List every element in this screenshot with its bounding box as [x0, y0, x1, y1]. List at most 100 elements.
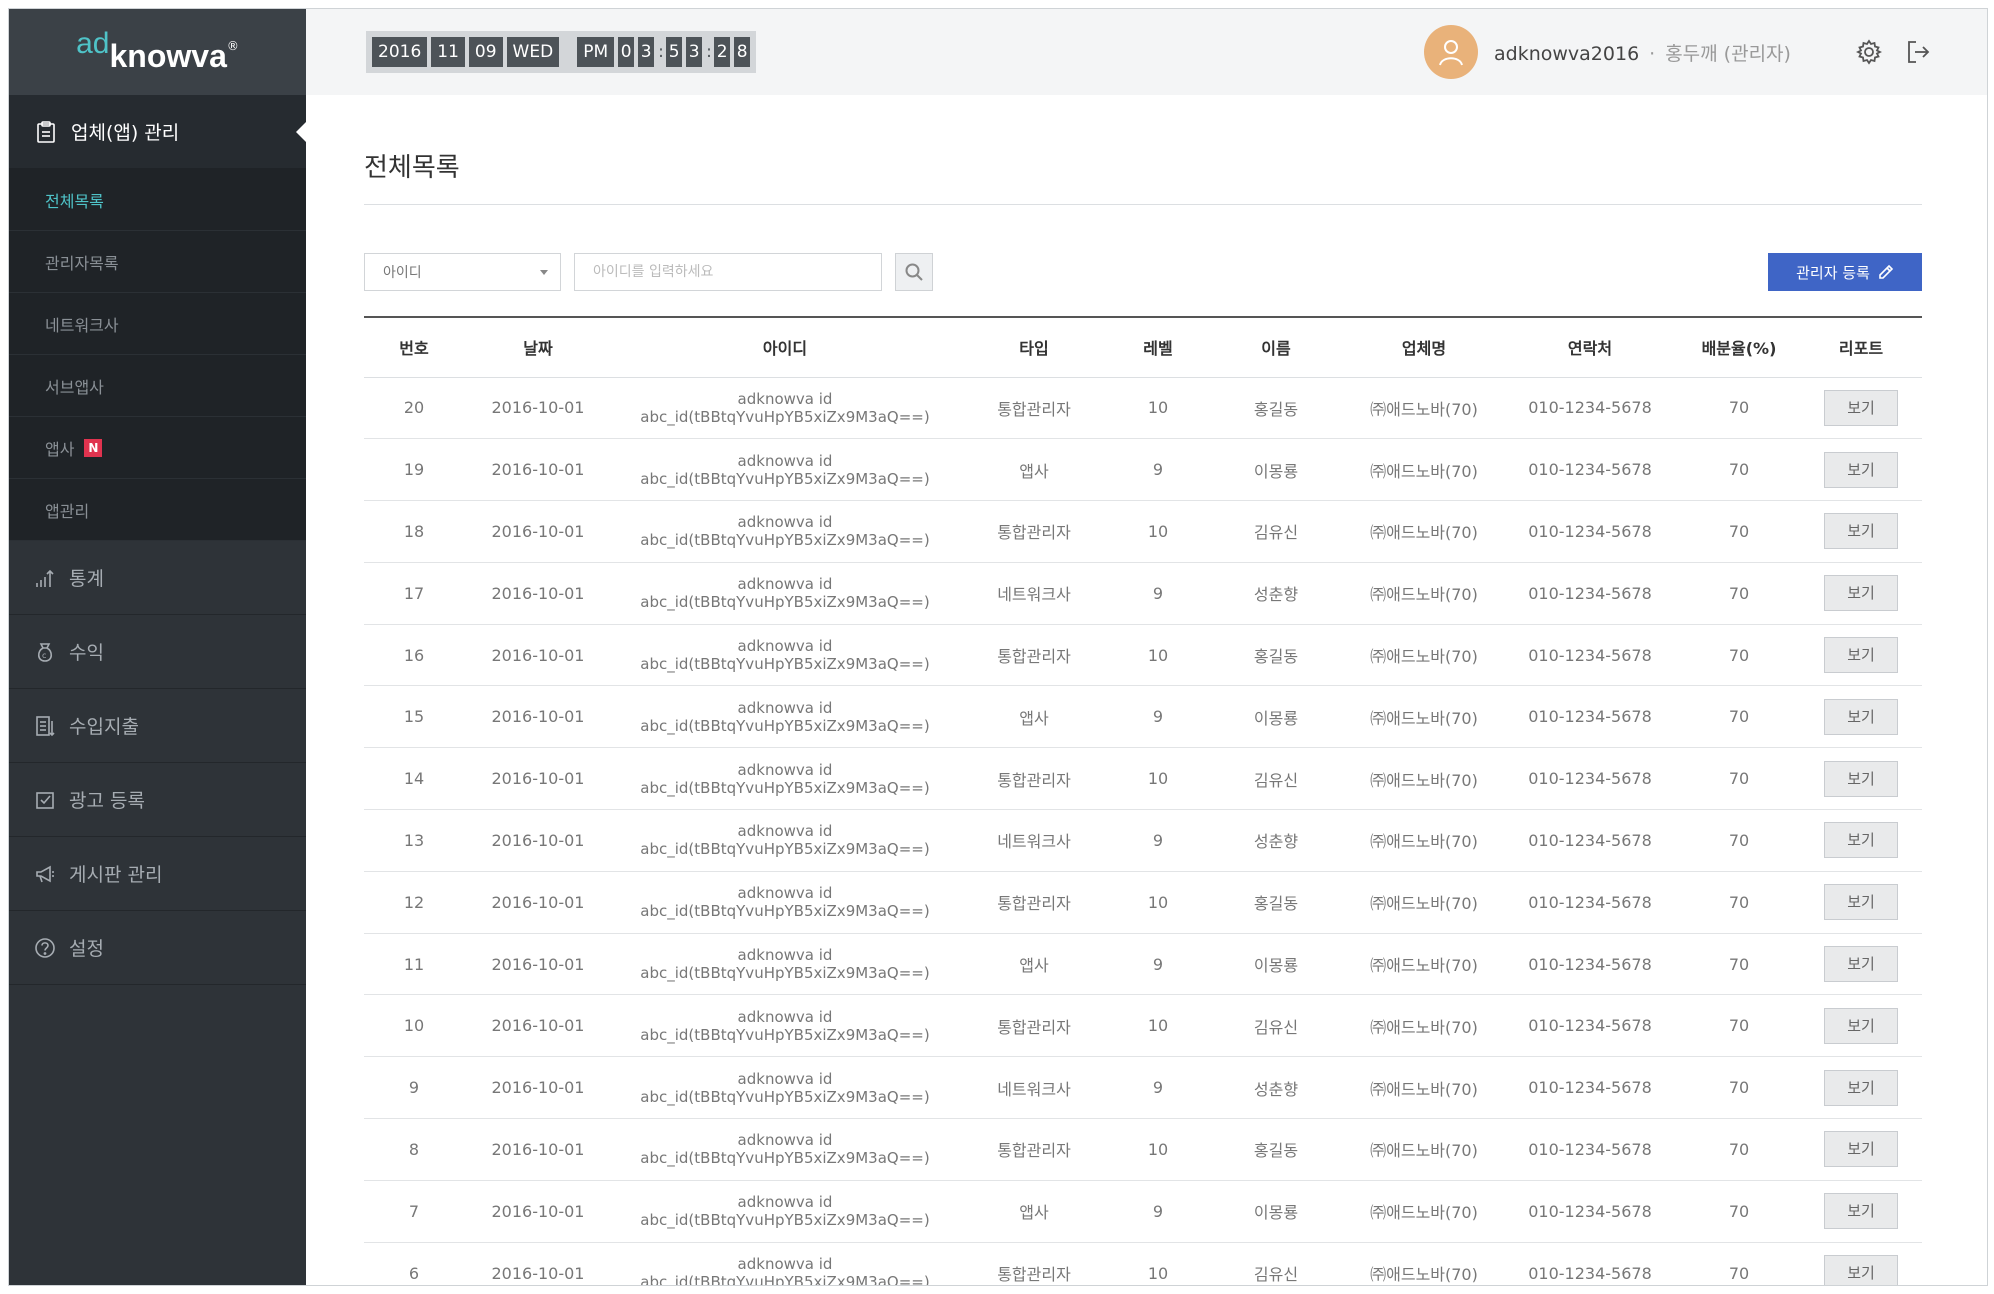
logo[interactable]: ad knowva ® — [9, 9, 306, 95]
sidebar-item-label: 광고 등록 — [69, 790, 145, 812]
sidebar-item-1[interactable]: c 수익 — [9, 615, 306, 689]
id-value: abc_id(tBBtqYvuHpYB5xiZx9M3aQ==) — [640, 902, 930, 921]
svg-text:c: c — [42, 651, 46, 660]
view-report-button[interactable]: 보기 — [1824, 1193, 1898, 1230]
cell-no: 7 — [364, 1180, 464, 1243]
sidebar-subitem-3[interactable]: 서브앱사 — [9, 355, 306, 417]
sidebar-subitem-label: 앱관리 — [45, 501, 90, 521]
cell-company: ㈜애드노바(70) — [1346, 747, 1502, 811]
view-report-button[interactable]: 보기 — [1824, 1255, 1898, 1285]
cell-level: 9 — [1110, 685, 1206, 749]
cell-type: 통합관리자 — [958, 747, 1110, 811]
sidebar-section-company-app[interactable]: 업체(앱) 관리 — [9, 95, 306, 169]
sidebar-subitem-1[interactable]: 관리자목록 — [9, 231, 306, 293]
search-button[interactable] — [895, 253, 933, 291]
view-report-button[interactable]: 보기 — [1824, 575, 1898, 612]
sidebar-item-4[interactable]: 게시판 관리 — [9, 837, 306, 911]
search-input[interactable] — [574, 253, 882, 291]
id-value: abc_id(tBBtqYvuHpYB5xiZx9M3aQ==) — [640, 778, 930, 797]
cell-ratio: 70 — [1678, 1180, 1800, 1243]
cell-ratio: 70 — [1678, 438, 1800, 502]
cell-company: ㈜애드노바(70) — [1346, 1242, 1502, 1285]
sidebar-subitem-0[interactable]: 전체목록 — [9, 169, 306, 231]
view-report-button[interactable]: 보기 — [1824, 760, 1898, 797]
id-label: adknowva id — [737, 1069, 833, 1088]
cell-ratio: 70 — [1678, 1242, 1800, 1285]
cell-id: adknowva id abc_id(tBBtqYvuHpYB5xiZx9M3aQ… — [612, 871, 958, 934]
sidebar-subitem-4[interactable]: 앱사 N — [9, 417, 306, 479]
cell-report: 보기 — [1800, 747, 1922, 811]
cell-date: 2016-10-01 — [464, 994, 612, 1058]
view-report-button[interactable]: 보기 — [1824, 513, 1898, 550]
sidebar-item-5[interactable]: 설정 — [9, 911, 306, 985]
table-row: 9 2016-10-01 adknowva id abc_id(tBBtqYvuHpY… — [364, 1056, 1922, 1120]
cell-no: 17 — [364, 562, 464, 625]
register-admin-button[interactable]: 관리자 등록 — [1768, 253, 1922, 291]
sidebar-subitem-label: 관리자목록 — [45, 253, 119, 273]
cell-date: 2016-10-01 — [464, 438, 612, 502]
table-row: 7 2016-10-01 adknowva id abc_id(tBBtqYvuHpY… — [364, 1180, 1922, 1243]
logout-button[interactable] — [1903, 37, 1933, 67]
column-header: 리포트 — [1800, 317, 1922, 378]
id-value: abc_id(tBBtqYvuHpYB5xiZx9M3aQ==) — [640, 964, 930, 983]
cell-level: 9 — [1110, 933, 1206, 996]
user-info: adknowva2016 · 홍두깨 (관리자) — [1494, 39, 1791, 66]
id-value: abc_id(tBBtqYvuHpYB5xiZx9M3aQ==) — [640, 1211, 930, 1230]
register-admin-label: 관리자 등록 — [1796, 263, 1870, 282]
id-label: adknowva id — [737, 1131, 833, 1150]
logo-ad: ad — [76, 27, 110, 60]
cell-level: 10 — [1110, 871, 1206, 934]
logo-reg: ® — [226, 39, 239, 53]
clock-digit: 5 — [666, 37, 683, 67]
cell-no: 20 — [364, 377, 464, 440]
sidebar-subitem-2[interactable]: 네트워크사 — [9, 293, 306, 355]
sidebar-subitem-5[interactable]: 앱관리 — [9, 479, 306, 541]
view-report-button[interactable]: 보기 — [1824, 946, 1898, 983]
gear-icon — [1856, 39, 1882, 65]
cell-phone: 010-1234-5678 — [1502, 562, 1678, 625]
cell-name: 성춘향 — [1206, 1056, 1346, 1120]
view-report-button[interactable]: 보기 — [1824, 1007, 1898, 1044]
cell-name: 홍길동 — [1206, 377, 1346, 440]
id-value: abc_id(tBBtqYvuHpYB5xiZx9M3aQ==) — [640, 593, 930, 612]
date-clock: 2016 11 09 WED PM 0 3 : 5 3 : 2 8 — [366, 31, 757, 73]
cell-id: adknowva id abc_id(tBBtqYvuHpYB5xiZx9M3aQ… — [612, 1118, 958, 1181]
cell-type: 네트워크사 — [958, 1056, 1110, 1120]
sidebar-item-2[interactable]: 수입지출 — [9, 689, 306, 763]
sidebar-item-label: 설정 — [69, 938, 104, 960]
view-report-button[interactable]: 보기 — [1824, 451, 1898, 488]
megaphone-icon — [33, 862, 57, 886]
view-report-button[interactable]: 보기 — [1824, 1069, 1898, 1106]
sidebar-item-3[interactable]: 광고 등록 — [9, 763, 306, 837]
view-report-button[interactable]: 보기 — [1824, 884, 1898, 921]
view-report-button[interactable]: 보기 — [1824, 637, 1898, 674]
id-value: abc_id(tBBtqYvuHpYB5xiZx9M3aQ==) — [640, 1273, 930, 1286]
table-row: 17 2016-10-01 adknowva id abc_id(tBBtqYvuHp… — [364, 562, 1922, 625]
view-report-button[interactable]: 보기 — [1824, 822, 1898, 859]
cell-name: 성춘향 — [1206, 562, 1346, 625]
sidebar-subitem-label: 전체목록 — [45, 191, 104, 211]
cell-name: 김유신 — [1206, 747, 1346, 811]
cell-ratio: 70 — [1678, 377, 1800, 440]
view-report-button[interactable]: 보기 — [1824, 1131, 1898, 1168]
table-row: 10 2016-10-01 adknowva id abc_id(tBBtqYvuHp… — [364, 994, 1922, 1058]
table-row: 19 2016-10-01 adknowva id abc_id(tBBtqYvuHp… — [364, 438, 1922, 502]
id-label: adknowva id — [737, 946, 833, 965]
avatar[interactable] — [1424, 25, 1478, 79]
view-report-button[interactable]: 보기 — [1824, 389, 1898, 426]
cell-level: 10 — [1110, 377, 1206, 440]
search-field-select[interactable]: 아이디 — [364, 253, 561, 291]
clock-day: 09 — [468, 37, 503, 67]
cell-level: 9 — [1110, 1180, 1206, 1243]
cell-name: 홍길동 — [1206, 624, 1346, 687]
sidebar-subitem-label: 네트워크사 — [45, 315, 119, 335]
cell-phone: 010-1234-5678 — [1502, 1242, 1678, 1285]
sidebar-item-0[interactable]: 통계 — [9, 541, 306, 615]
topbar: 2016 11 09 WED PM 0 3 : 5 3 : 2 8 adknow… — [306, 9, 1987, 95]
table-row: 16 2016-10-01 adknowva id abc_id(tBBtqYvuHp… — [364, 624, 1922, 687]
settings-button[interactable] — [1854, 37, 1884, 67]
view-report-button[interactable]: 보기 — [1824, 698, 1898, 735]
cell-id: adknowva id abc_id(tBBtqYvuHpYB5xiZx9M3aQ… — [612, 500, 958, 563]
cell-id: adknowva id abc_id(tBBtqYvuHpYB5xiZx9M3aQ… — [612, 377, 958, 440]
id-value: abc_id(tBBtqYvuHpYB5xiZx9M3aQ==) — [640, 840, 930, 859]
